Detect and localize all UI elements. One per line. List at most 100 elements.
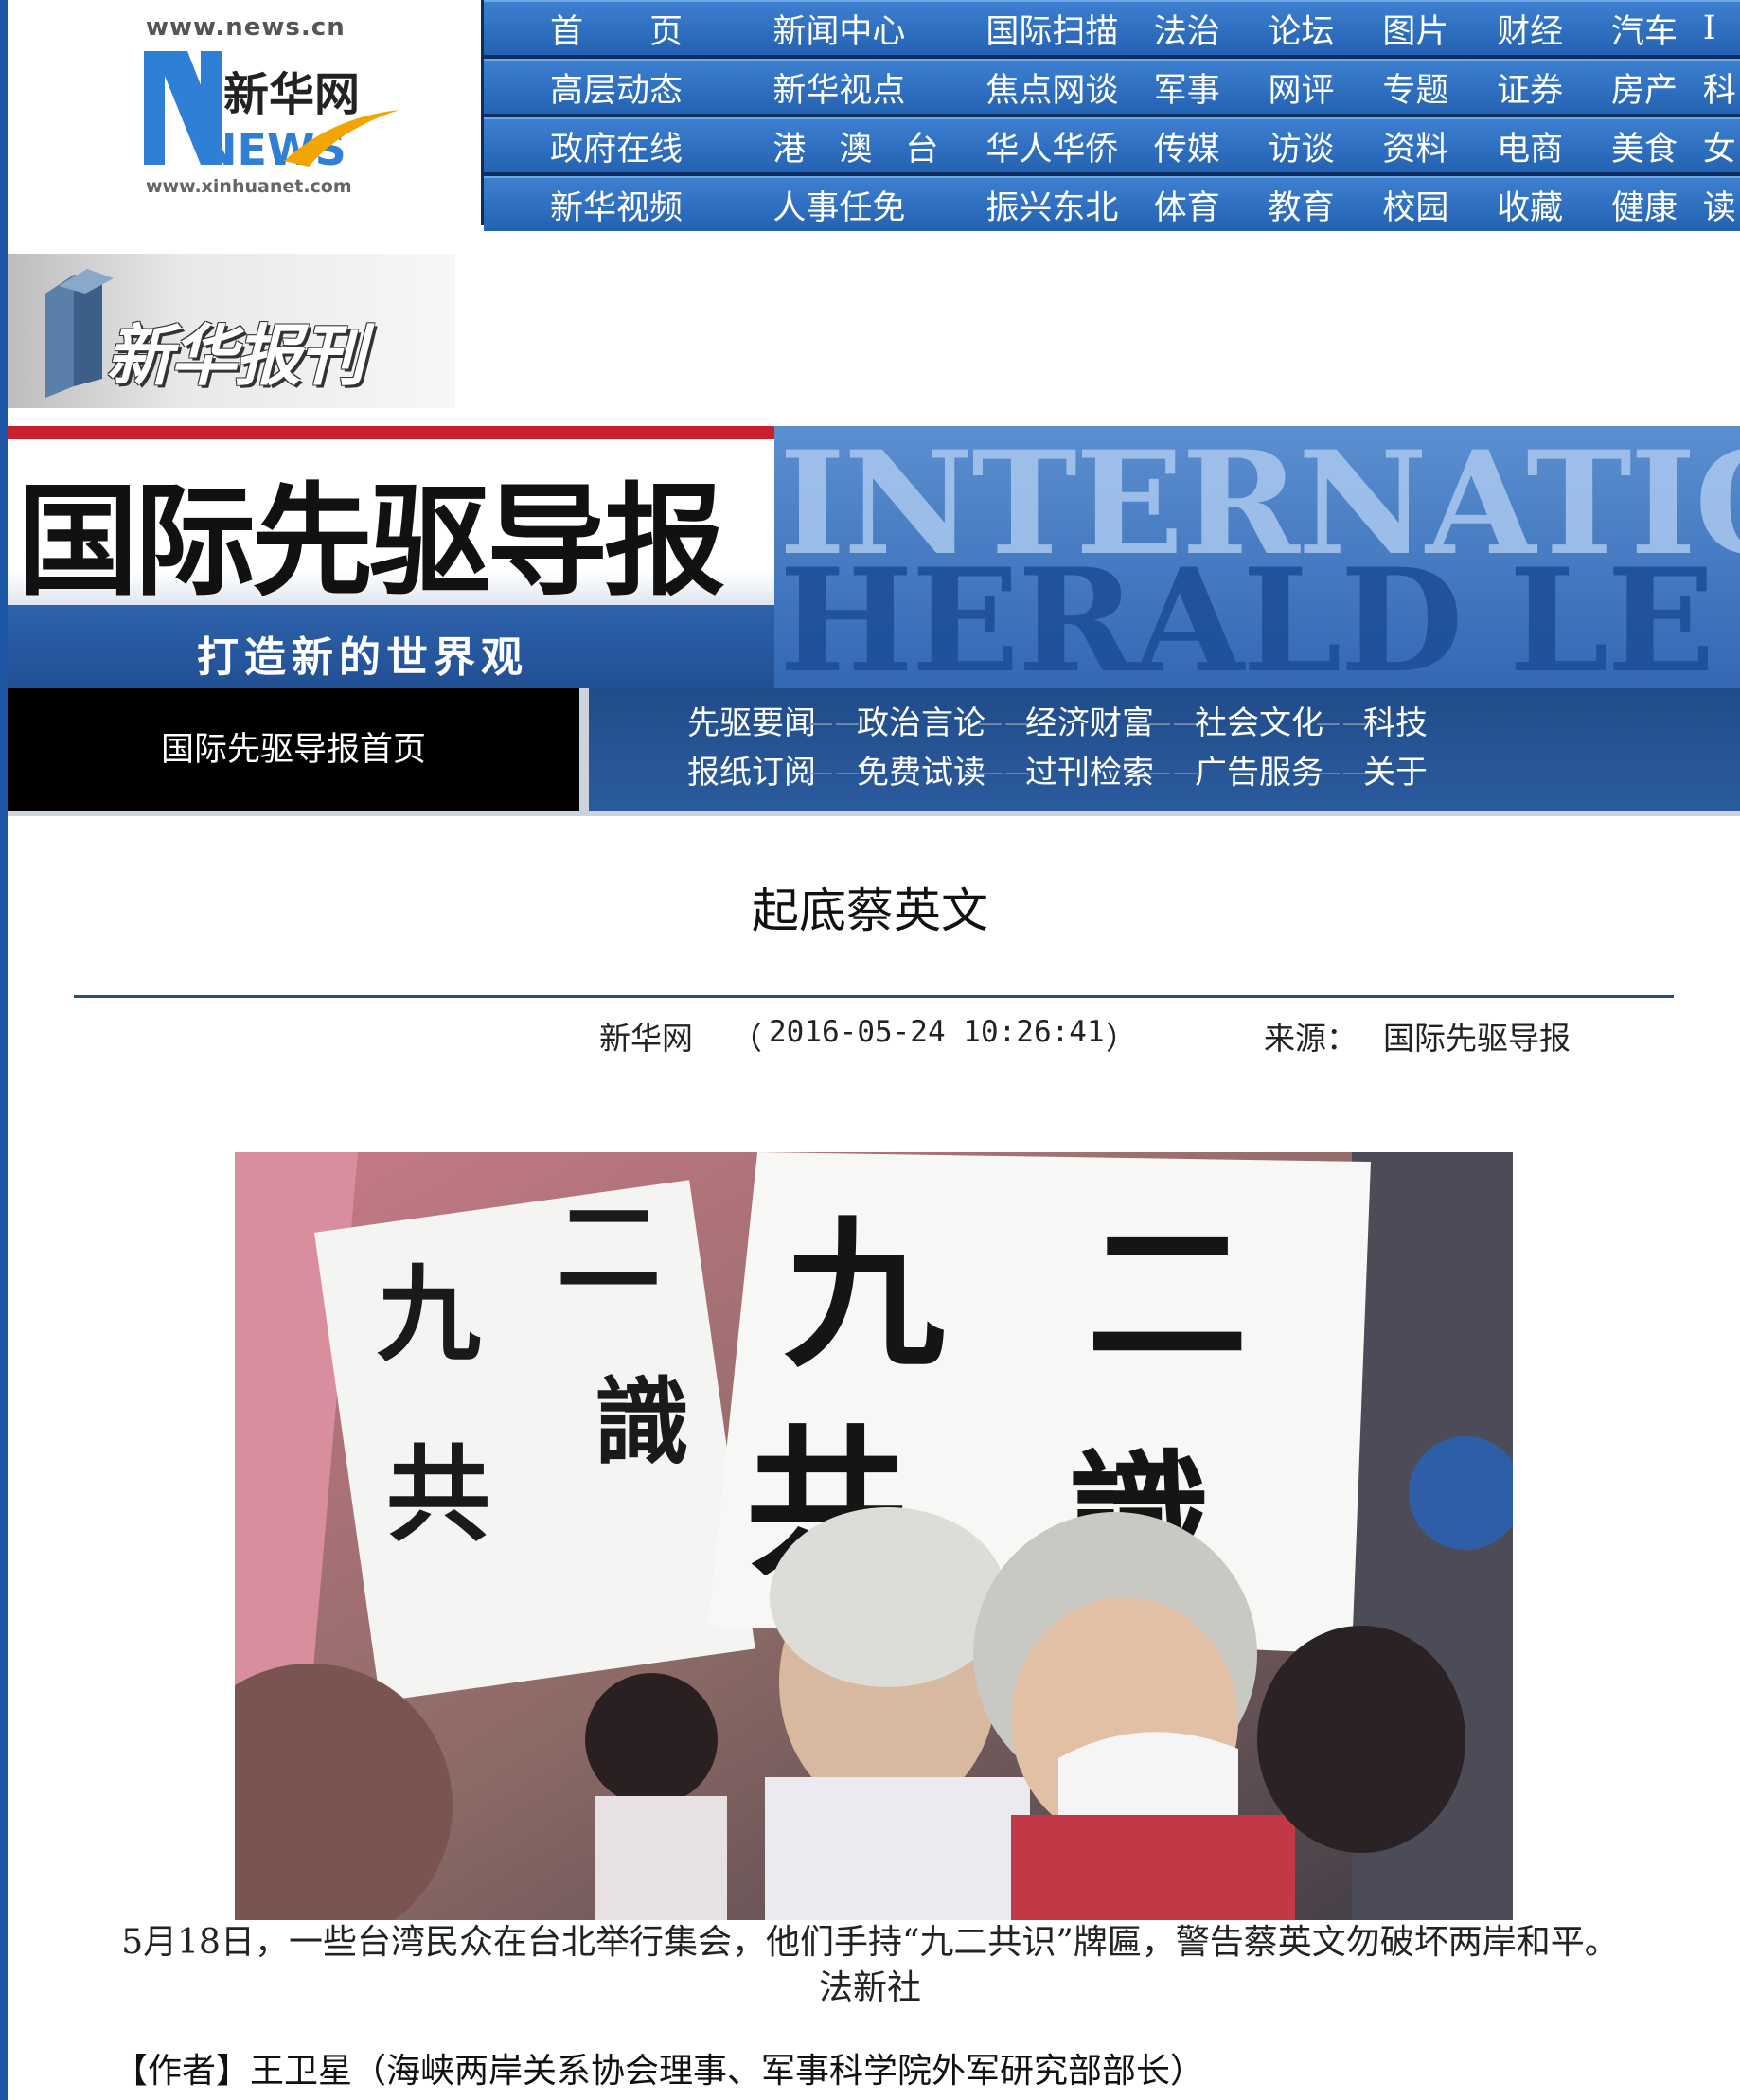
section-link[interactable]: 先驱要闻 — [687, 700, 816, 747]
masthead: INTERNATIO HERALD LE 国际先驱导报 打造新的世界观 — [8, 426, 1740, 688]
masthead-red-bar — [8, 426, 774, 439]
top-nav-link[interactable]: 证券 — [1497, 63, 1579, 112]
masthead-slogan: 打造新的世界观 — [197, 633, 528, 682]
top-nav-link[interactable]: 校园 — [1382, 181, 1465, 229]
top-nav-cell: 电商 — [1465, 117, 1579, 172]
sign2-char-1: 九 — [784, 1201, 945, 1390]
top-nav-cell: 体育 — [1121, 176, 1236, 231]
top-nav-cell: 高层动态 — [484, 59, 726, 114]
top-nav-cell: 法治 — [1121, 0, 1236, 55]
top-nav-cell: 健康 — [1578, 176, 1694, 231]
top-navigation: 首 页新闻中心 国际扫描 法治 论坛 图片 财经 汽车 I 高层动态 新华视点 焦点网谈 军事 网评 专题… — [481, 0, 1740, 231]
masthead-chinese-title: 国际先驱导报 — [17, 471, 725, 613]
sign1-char-1: 九 — [377, 1254, 481, 1376]
author-label: 【作者】 — [114, 2052, 251, 2091]
masthead-english-line2: HERALD LE — [779, 538, 1715, 688]
logo-url-top: www.news.cn — [146, 13, 346, 42]
section-link[interactable]: 报纸订阅 — [687, 749, 816, 796]
top-nav-link[interactable]: 新华视频 — [550, 181, 725, 229]
section-link[interactable]: 过刊检索 — [1025, 749, 1154, 796]
top-nav-cell: 收藏 — [1465, 176, 1579, 231]
top-nav-table: 首 页新闻中心 国际扫描 法治 论坛 图片 财经 汽车 I 高层动态 新华视点 焦点网谈 军事 网评 专题… — [484, 0, 1740, 235]
top-nav-link[interactable]: I — [1703, 9, 1740, 47]
top-nav-link[interactable]: 图片 — [1382, 5, 1465, 53]
top-nav-link[interactable]: 振兴东北 — [985, 181, 1121, 229]
top-nav-link[interactable]: 教育 — [1269, 181, 1351, 229]
top-nav-link[interactable]: 房产 — [1611, 63, 1694, 112]
logo-url-bottom: www.xinhuanet.com — [146, 176, 352, 197]
top-nav-link[interactable]: 财经 — [1497, 5, 1579, 53]
article-meta: 新华网 （ 2016-05-24 10:26:41 ） 来源： 国际先驱导报 — [0, 1013, 1740, 1057]
top-nav-cell: 教育 — [1235, 176, 1351, 231]
top-nav-link[interactable]: 国际扫描 — [985, 5, 1121, 53]
rally-photo: 九 二 共 識 九 二 共 識 — [235, 1152, 1513, 1920]
section-separator: —— — [1146, 709, 1199, 738]
meta-source[interactable]: 国际先驱导报 — [1383, 1013, 1571, 1059]
section-separator: —— — [1316, 758, 1369, 787]
top-nav-cell: 国际扫描 — [938, 0, 1122, 55]
top-nav-link[interactable]: 收藏 — [1497, 181, 1579, 229]
top-nav-link[interactable]: 资料 — [1382, 122, 1465, 170]
top-nav-link[interactable]: 港 澳 台 — [772, 122, 938, 170]
top-nav-link[interactable]: 汽车 — [1611, 5, 1694, 53]
meta-paren-open: （ — [731, 1020, 762, 1057]
section-link[interactable]: 关于 — [1363, 749, 1428, 796]
xinhua-periodicals-banner[interactable]: 新华报刊 — [8, 254, 455, 408]
top-nav-link[interactable]: 法治 — [1154, 5, 1236, 53]
top-nav-link[interactable]: 新华视点 — [772, 63, 938, 112]
xinhua-logo[interactable]: www.news.cn 新华网 NEWS www.xinhuanet.com — [142, 13, 407, 199]
top-nav-link[interactable]: 焦点网谈 — [985, 63, 1121, 112]
section-separator: —— — [808, 709, 861, 738]
home-box: 国际先驱导报首页 — [8, 688, 579, 811]
top-nav-link[interactable]: 美食 — [1611, 122, 1694, 170]
top-nav-cell: 首 页 — [484, 0, 726, 55]
top-nav-link[interactable]: 军事 — [1154, 63, 1236, 112]
top-nav-cell: 人事任免 — [725, 176, 939, 231]
sign1-char-2: 二 — [557, 1187, 661, 1309]
top-nav-link[interactable]: 高层动态 — [550, 63, 725, 112]
top-nav-cell: 振兴东北 — [938, 176, 1122, 231]
section-link[interactable]: 经济财富 — [1025, 700, 1154, 747]
top-nav-link[interactable]: 访谈 — [1269, 122, 1351, 170]
top-nav-link[interactable]: 人事任免 — [772, 181, 938, 229]
section-separator: —— — [978, 709, 1031, 738]
top-nav-cell: 传媒 — [1121, 117, 1236, 172]
section-link[interactable]: 免费试读 — [857, 749, 985, 796]
top-nav-link[interactable]: 网评 — [1269, 63, 1351, 112]
herald-home-link[interactable]: 国际先驱导报首页 — [8, 688, 579, 811]
section-link[interactable]: 社会文化 — [1195, 700, 1323, 747]
top-nav-cell: 美食 — [1578, 117, 1694, 172]
section-link[interactable]: 政治言论 — [857, 700, 985, 747]
top-nav-link[interactable]: 专题 — [1382, 63, 1465, 112]
top-nav-cell: 汽车 — [1578, 0, 1694, 55]
section-link[interactable]: 广告服务 — [1195, 749, 1323, 796]
top-nav-cell: 证券 — [1465, 59, 1579, 114]
top-nav-cell: 新闻中心 — [725, 0, 939, 55]
top-nav-link[interactable]: 新闻中心 — [772, 5, 938, 53]
section-separator: —— — [1316, 709, 1369, 738]
top-nav-cell: 华人华侨 — [938, 117, 1122, 172]
top-nav-cell: 访谈 — [1235, 117, 1351, 172]
top-nav-link[interactable]: 政府在线 — [550, 122, 725, 170]
top-nav-link[interactable]: 体育 — [1154, 181, 1236, 229]
top-nav-link[interactable]: 电商 — [1497, 122, 1579, 170]
section-separator: —— — [1146, 758, 1199, 787]
top-nav-cell: 资料 — [1350, 117, 1465, 172]
top-nav-link[interactable]: 首 页 — [550, 5, 725, 53]
top-nav-link[interactable]: 论坛 — [1269, 5, 1351, 53]
meta-paren-close: ） — [1106, 1020, 1137, 1057]
logo-brand: 新华网 — [223, 68, 360, 121]
section-link[interactable]: 科技 — [1363, 700, 1428, 747]
sign1-char-4: 識 — [595, 1366, 689, 1478]
top-nav-link[interactable]: 传媒 — [1154, 122, 1236, 170]
top-nav-link[interactable]: 健康 — [1611, 181, 1694, 229]
top-nav-cell: 港 澳 台 — [725, 117, 939, 172]
top-nav-row: 政府在线港 澳 台华人华侨 传媒 访谈 资料 电商 美食女 — [484, 117, 1740, 172]
top-nav-link[interactable]: 读 — [1703, 181, 1740, 229]
news-logo-icon: 新华网 NEWS — [144, 51, 399, 175]
top-nav-link[interactable]: 女 — [1703, 122, 1740, 170]
top-nav-cell: 校园 — [1350, 176, 1465, 231]
top-nav-cell: 军事 — [1121, 59, 1236, 114]
top-nav-link[interactable]: 科 — [1703, 63, 1740, 112]
top-nav-link[interactable]: 华人华侨 — [985, 122, 1121, 170]
